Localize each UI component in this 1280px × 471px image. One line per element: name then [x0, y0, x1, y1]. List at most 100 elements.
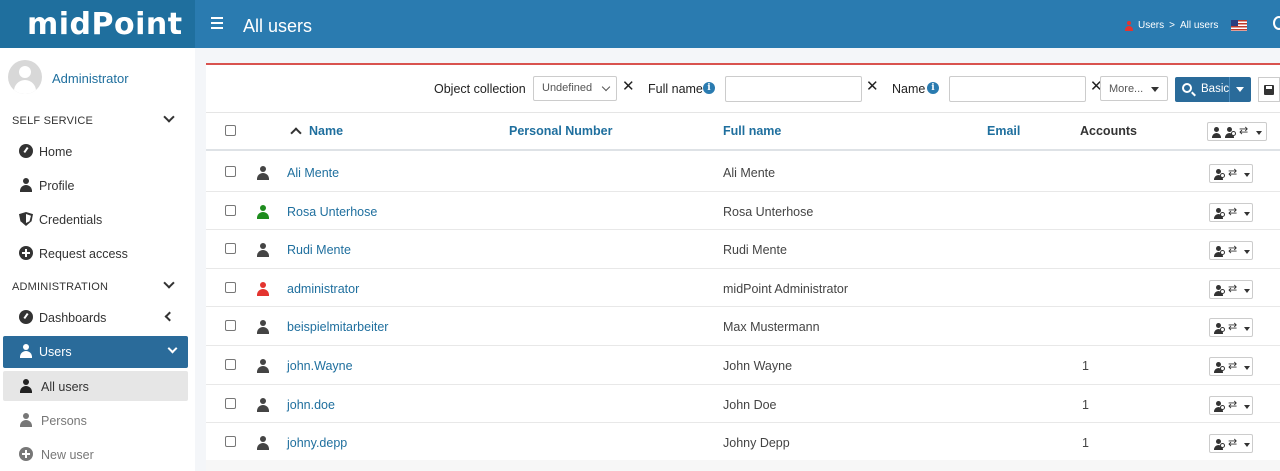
gear-icon: [1220, 366, 1225, 371]
pagination-strip: [206, 460, 1280, 471]
split-divider: [1229, 77, 1230, 102]
chevron-down-icon[interactable]: [163, 111, 175, 123]
table-row[interactable]: Rosa Unterhose Rosa Unterhose ⇄: [206, 192, 1280, 231]
user-name-link[interactable]: Ali Mente: [287, 166, 339, 180]
row-checkbox[interactable]: [225, 281, 236, 293]
sidebar-item-persons[interactable]: Persons: [0, 405, 188, 435]
user-name-link[interactable]: Rosa Unterhose: [287, 205, 377, 219]
row-actions-group[interactable]: ⇄: [1209, 202, 1253, 222]
sidebar-item-label: Persons: [41, 414, 87, 428]
flag-icon[interactable]: [1231, 20, 1247, 31]
row-checkbox[interactable]: [225, 397, 236, 409]
table-row[interactable]: john.doe John Doe 1 ⇄: [206, 385, 1280, 424]
avatar[interactable]: [8, 60, 42, 94]
sidebar-item-profile[interactable]: Profile: [0, 170, 188, 200]
row-checkbox[interactable]: [225, 204, 236, 216]
sidebar-item-label: Dashboards: [39, 311, 107, 325]
user-name-link[interactable]: Rudi Mente: [287, 243, 351, 257]
save-search-icon[interactable]: [1258, 77, 1280, 102]
user-name-link[interactable]: beispielmitarbeiter: [287, 320, 388, 334]
search-icon[interactable]: [1273, 16, 1280, 30]
row-actions-group[interactable]: ⇄: [1209, 434, 1253, 454]
object-collection-select[interactable]: Undefined: [533, 76, 617, 101]
user-type-icon: [256, 359, 270, 373]
table-row[interactable]: administrator midPoint Administrator ⇄: [206, 269, 1280, 308]
caret-down-icon: [1256, 131, 1262, 135]
row-checkbox[interactable]: [225, 243, 236, 255]
column-email[interactable]: Email: [987, 124, 1020, 138]
breadcrumb-users[interactable]: Users: [1138, 20, 1164, 31]
table-row[interactable]: Rudi Mente Rudi Mente ⇄: [206, 230, 1280, 269]
table-row[interactable]: beispielmitarbeiter Max Mustermann ⇄: [206, 307, 1280, 346]
user-name-link[interactable]: administrator: [287, 282, 359, 296]
info-icon[interactable]: i: [927, 82, 939, 94]
user-name-link[interactable]: Administrator: [52, 71, 129, 86]
sidebar-item-label: Profile: [39, 179, 75, 193]
swap-arrows-icon: ⇄: [1228, 243, 1238, 257]
hamburger-icon[interactable]: [211, 14, 229, 32]
sort-ascending-icon[interactable]: [290, 127, 302, 139]
person-icon: [19, 379, 33, 393]
full-name-label: Full name: [648, 82, 703, 96]
user-name-link[interactable]: johny.depp: [287, 436, 347, 450]
row-checkbox[interactable]: [225, 436, 236, 448]
row-actions-group[interactable]: ⇄: [1209, 279, 1253, 299]
row-actions-group[interactable]: ⇄: [1209, 357, 1253, 376]
section-administration: ADMINISTRATION: [12, 281, 109, 293]
sidebar-item-label: Credentials: [39, 213, 103, 227]
sidebar-item-new-user[interactable]: New user: [0, 439, 188, 469]
row-checkbox[interactable]: [225, 166, 236, 177]
sidebar-item-all-users[interactable]: All users: [3, 371, 188, 401]
header-actions-group[interactable]: ⇄: [1207, 122, 1267, 141]
user-panel: Administrator: [0, 48, 195, 104]
person-icon: [19, 178, 33, 192]
row-checkbox[interactable]: [225, 320, 236, 332]
user-full-name: John Doe: [723, 397, 777, 412]
column-accounts: Accounts: [1080, 124, 1137, 138]
user-type-icon: [256, 320, 270, 335]
row-actions-group[interactable]: ⇄: [1209, 164, 1253, 183]
info-icon[interactable]: i: [703, 82, 715, 94]
table-row[interactable]: Ali Mente Ali Mente ⇄: [206, 153, 1280, 192]
select-all-checkbox[interactable]: [225, 125, 236, 136]
sidebar-item-dashboards[interactable]: Dashboards: [0, 302, 188, 332]
column-full-name[interactable]: Full name: [723, 124, 781, 138]
row-checkbox[interactable]: [225, 359, 236, 370]
gear-icon: [1220, 211, 1225, 217]
brand-logo[interactable]: midPoint: [0, 0, 195, 48]
clear-collection-icon[interactable]: ✕: [622, 79, 635, 95]
gear-icon: [1231, 131, 1236, 136]
user-full-name: Ali Mente: [723, 166, 776, 180]
row-actions-group[interactable]: ⇄: [1209, 241, 1253, 261]
column-name[interactable]: Name: [309, 124, 343, 138]
user-name-link[interactable]: john.Wayne: [287, 359, 353, 373]
user-full-name: Max Mustermann: [723, 320, 820, 335]
sidebar-item-users[interactable]: Users: [3, 336, 188, 368]
chevron-down-icon[interactable]: [163, 277, 175, 289]
basic-search-button[interactable]: Basic: [1175, 77, 1251, 102]
caret-down-icon[interactable]: [1236, 87, 1244, 92]
sidebar-item-home[interactable]: Home: [0, 136, 188, 166]
brand-name: midPoint: [27, 7, 183, 42]
full-name-input[interactable]: [725, 76, 862, 102]
name-input[interactable]: [949, 76, 1086, 102]
section-self-service: SELF SERVICE: [12, 115, 94, 127]
caret-down-icon: [1244, 250, 1250, 255]
table-row[interactable]: johny.depp Johny Depp 1 ⇄: [206, 423, 1280, 462]
row-actions-group[interactable]: ⇄: [1209, 395, 1253, 415]
clear-full-name-icon[interactable]: ✕: [866, 79, 879, 95]
user-name-link[interactable]: john.doe: [287, 398, 335, 412]
table-row[interactable]: john.Wayne John Wayne 1 ⇄: [206, 346, 1280, 385]
more-filters-label: More...: [1109, 83, 1144, 95]
breadcrumb-current: All users: [1179, 20, 1219, 31]
column-personal-number[interactable]: Personal Number: [509, 124, 613, 138]
swap-arrows-icon: ⇄: [1228, 166, 1238, 179]
row-actions-group[interactable]: ⇄: [1209, 318, 1253, 338]
sidebar-item-label: Request access: [39, 247, 128, 261]
table-header: Name Personal Number Full name Email Acc…: [206, 113, 1280, 151]
sidebar-item-request-access[interactable]: Request access: [0, 238, 188, 268]
sidebar-item-credentials[interactable]: Credentials: [0, 204, 188, 234]
more-filters-button[interactable]: More...: [1100, 76, 1168, 101]
caret-down-icon: [1244, 211, 1250, 216]
search-bar: Object collection Undefined ✕ Full name …: [206, 65, 1280, 113]
